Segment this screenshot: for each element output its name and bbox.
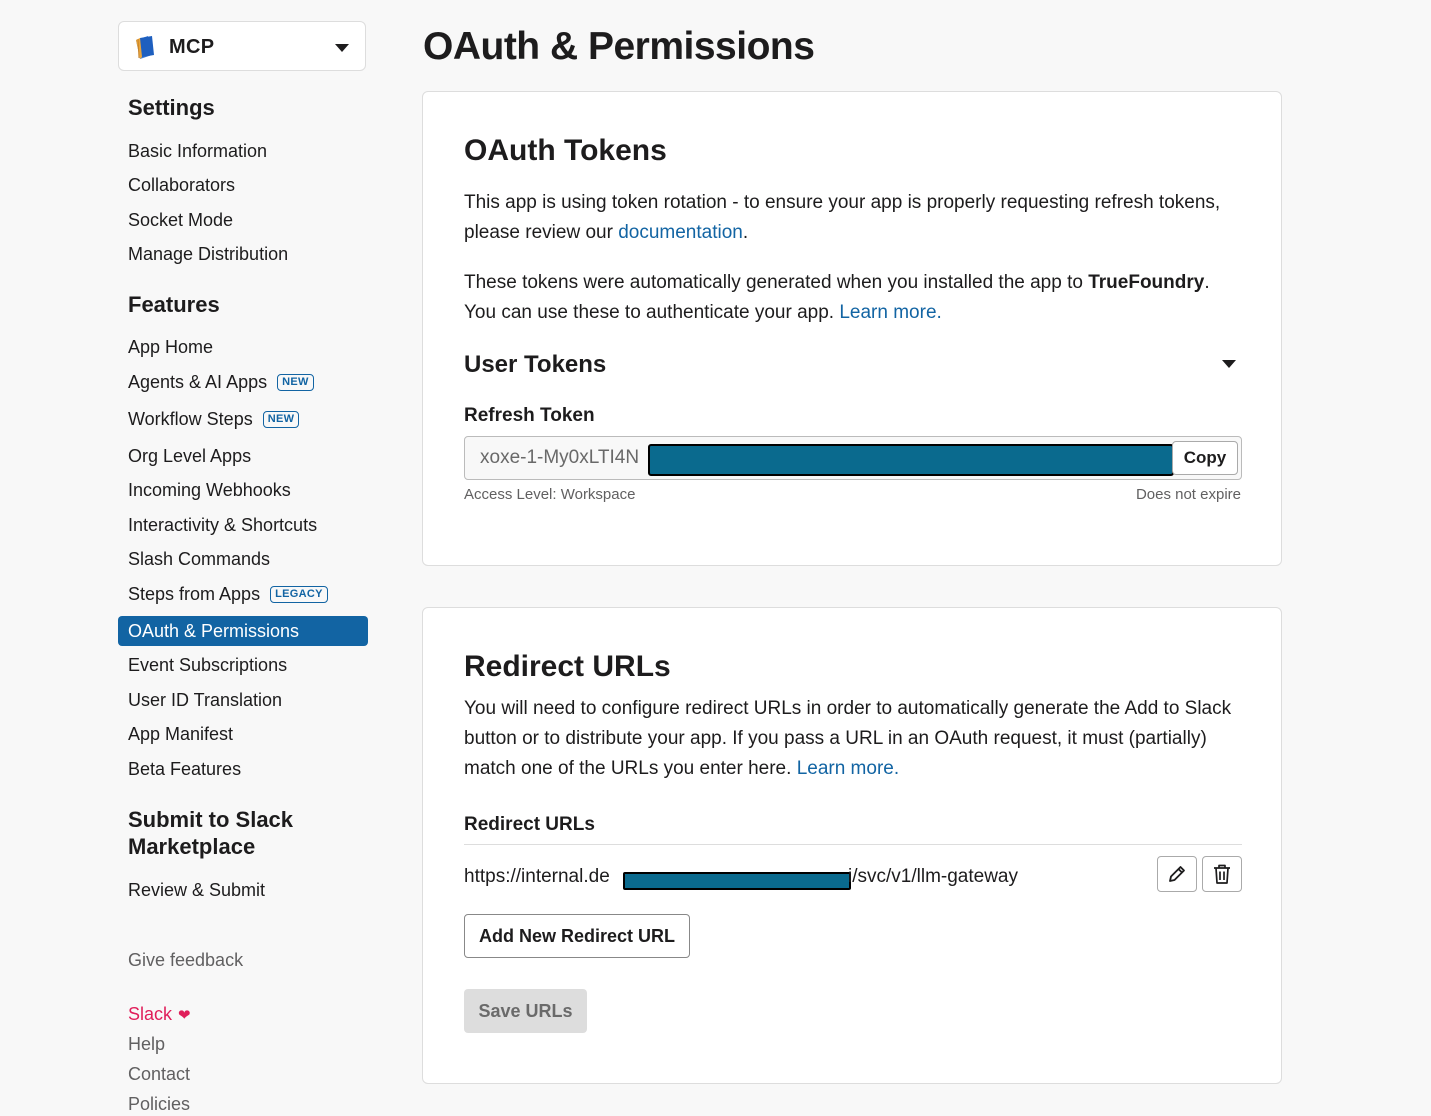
refresh-token-value: xoxe-1-My0xLTI4N — [480, 447, 640, 468]
sidebar-item-incoming-webhooks[interactable]: Incoming Webhooks — [118, 475, 368, 505]
heart-icon: ❤ — [178, 1007, 191, 1024]
notebook-app-icon — [136, 36, 154, 59]
sidebar-item-agents-ai-apps[interactable]: Agents & AI Apps NEW — [118, 367, 368, 397]
redirect-urls-label: Redirect URLs — [464, 814, 595, 835]
chevron-down-icon[interactable] — [335, 44, 349, 52]
sidebar-item-review-submit[interactable]: Review & Submit — [118, 875, 368, 905]
slack-link-label: Slack — [128, 1004, 173, 1024]
sidebar-item-label: Agents & AI Apps — [128, 372, 268, 392]
legacy-badge: LEGACY — [270, 585, 328, 603]
sidebar-item-label: Slash Commands — [128, 549, 271, 569]
redirect-urls-description: You will need to configure redirect URLs… — [464, 694, 1244, 784]
sidebar-item-label: App Manifest — [128, 724, 234, 744]
refresh-token-field[interactable]: xoxe-1-My0xLTI4N Copy — [464, 436, 1242, 480]
learn-more-link[interactable]: Learn more. — [797, 758, 899, 779]
new-badge: NEW — [277, 373, 314, 391]
redirect-url-prefix: https://internal.de — [464, 866, 610, 887]
tokens-generated-body: These tokens were automatically generate… — [464, 272, 1089, 293]
features-heading: Features — [128, 292, 220, 317]
documentation-link[interactable]: documentation — [618, 222, 743, 243]
oauth-tokens-title: OAuth Tokens — [464, 134, 667, 167]
give-feedback-link[interactable]: Give feedback — [128, 948, 243, 972]
edit-url-button[interactable] — [1157, 856, 1197, 892]
sidebar-item-label: Event Subscriptions — [128, 655, 288, 675]
user-tokens-title: User Tokens — [464, 351, 607, 378]
oauth-tokens-card: OAuth Tokens This app is using token rot… — [422, 91, 1282, 566]
help-link[interactable]: Help — [128, 1032, 165, 1056]
redirect-url-suffix: i/svc/v1/llm-gateway — [848, 866, 1018, 887]
sidebar-item-app-manifest[interactable]: App Manifest — [118, 719, 368, 749]
sidebar-item-interactivity-shortcuts[interactable]: Interactivity & Shortcuts — [118, 510, 368, 540]
sidebar-item-oauth-permissions[interactable]: OAuth & Permissions — [118, 616, 368, 646]
token-expiry: Does not expire — [1135, 486, 1241, 503]
sidebar-item-basic-information[interactable]: Basic Information — [118, 136, 368, 166]
redaction-bar — [623, 872, 851, 890]
redaction-bar — [648, 444, 1174, 476]
token-rotation-body: This app is using token rotation - to en… — [464, 192, 1221, 243]
sidebar-item-socket-mode[interactable]: Socket Mode — [118, 205, 368, 235]
redirect-urls-title: Redirect URLs — [464, 650, 671, 683]
chevron-down-icon[interactable] — [1222, 360, 1236, 368]
sidebar-item-app-home[interactable]: App Home — [118, 332, 368, 362]
token-rotation-text: This app is using token rotation - to en… — [464, 188, 1244, 248]
delete-url-button[interactable] — [1202, 856, 1242, 892]
sidebar-item-label: Incoming Webhooks — [128, 480, 291, 500]
sidebar-item-collaborators[interactable]: Collaborators — [118, 170, 368, 200]
pencil-icon — [1169, 866, 1185, 882]
sidebar-item-label: OAuth & Permissions — [128, 621, 300, 641]
marketplace-heading: Submit to Slack Marketplace — [128, 806, 293, 860]
token-rotation-end: . — [742, 222, 749, 243]
page-title: OAuth & Permissions — [423, 25, 815, 68]
workspace-name: TrueFoundry — [1088, 272, 1205, 293]
trash-icon — [1214, 864, 1230, 884]
sidebar-item-label: Beta Features — [128, 759, 242, 779]
sidebar-item-manage-distribution[interactable]: Manage Distribution — [118, 239, 368, 269]
sidebar-item-label: Interactivity & Shortcuts — [128, 515, 318, 535]
copy-button[interactable]: Copy — [1172, 441, 1238, 475]
sidebar-item-label: App Home — [128, 337, 214, 357]
sidebar-item-label: Workflow Steps — [128, 409, 253, 429]
sidebar-item-label: Org Level Apps — [128, 446, 252, 466]
new-badge: NEW — [262, 410, 300, 428]
app-switcher[interactable]: MCP — [118, 21, 366, 71]
sidebar-item-workflow-steps[interactable]: Workflow Steps NEW — [118, 404, 368, 434]
sidebar-item-org-level-apps[interactable]: Org Level Apps — [118, 441, 368, 471]
add-redirect-url-button[interactable]: Add New Redirect URL — [464, 914, 690, 958]
slack-link[interactable]: Slack ❤ — [128, 1002, 191, 1028]
sidebar-item-event-subscriptions[interactable]: Event Subscriptions — [118, 650, 368, 680]
learn-more-link[interactable]: Learn more. — [839, 302, 941, 323]
refresh-token-label: Refresh Token — [464, 405, 595, 426]
app-name: MCP — [169, 36, 215, 58]
policies-link[interactable]: Policies — [128, 1092, 190, 1116]
marketplace-heading-line2: Marketplace — [128, 834, 256, 859]
sidebar-item-user-id-translation[interactable]: User ID Translation — [118, 685, 368, 715]
access-level: Access Level: Workspace — [464, 486, 636, 503]
sidebar-item-steps-from-apps[interactable]: Steps from Apps LEGACY — [118, 579, 368, 609]
redirect-urls-card: Redirect URLs You will need to configure… — [422, 607, 1282, 1084]
sidebar-item-beta-features[interactable]: Beta Features — [118, 754, 368, 784]
contact-link[interactable]: Contact — [128, 1062, 190, 1086]
sidebar-item-label: Steps from Apps — [128, 584, 261, 604]
settings-heading: Settings — [128, 95, 215, 120]
sidebar-item-slash-commands[interactable]: Slash Commands — [118, 544, 368, 574]
sidebar-item-label: User ID Translation — [128, 690, 283, 710]
save-urls-button[interactable]: Save URLs — [464, 989, 587, 1033]
tokens-generated-text: These tokens were automatically generate… — [464, 268, 1244, 328]
marketplace-heading-line1: Submit to Slack — [128, 807, 294, 832]
divider — [464, 844, 1242, 845]
